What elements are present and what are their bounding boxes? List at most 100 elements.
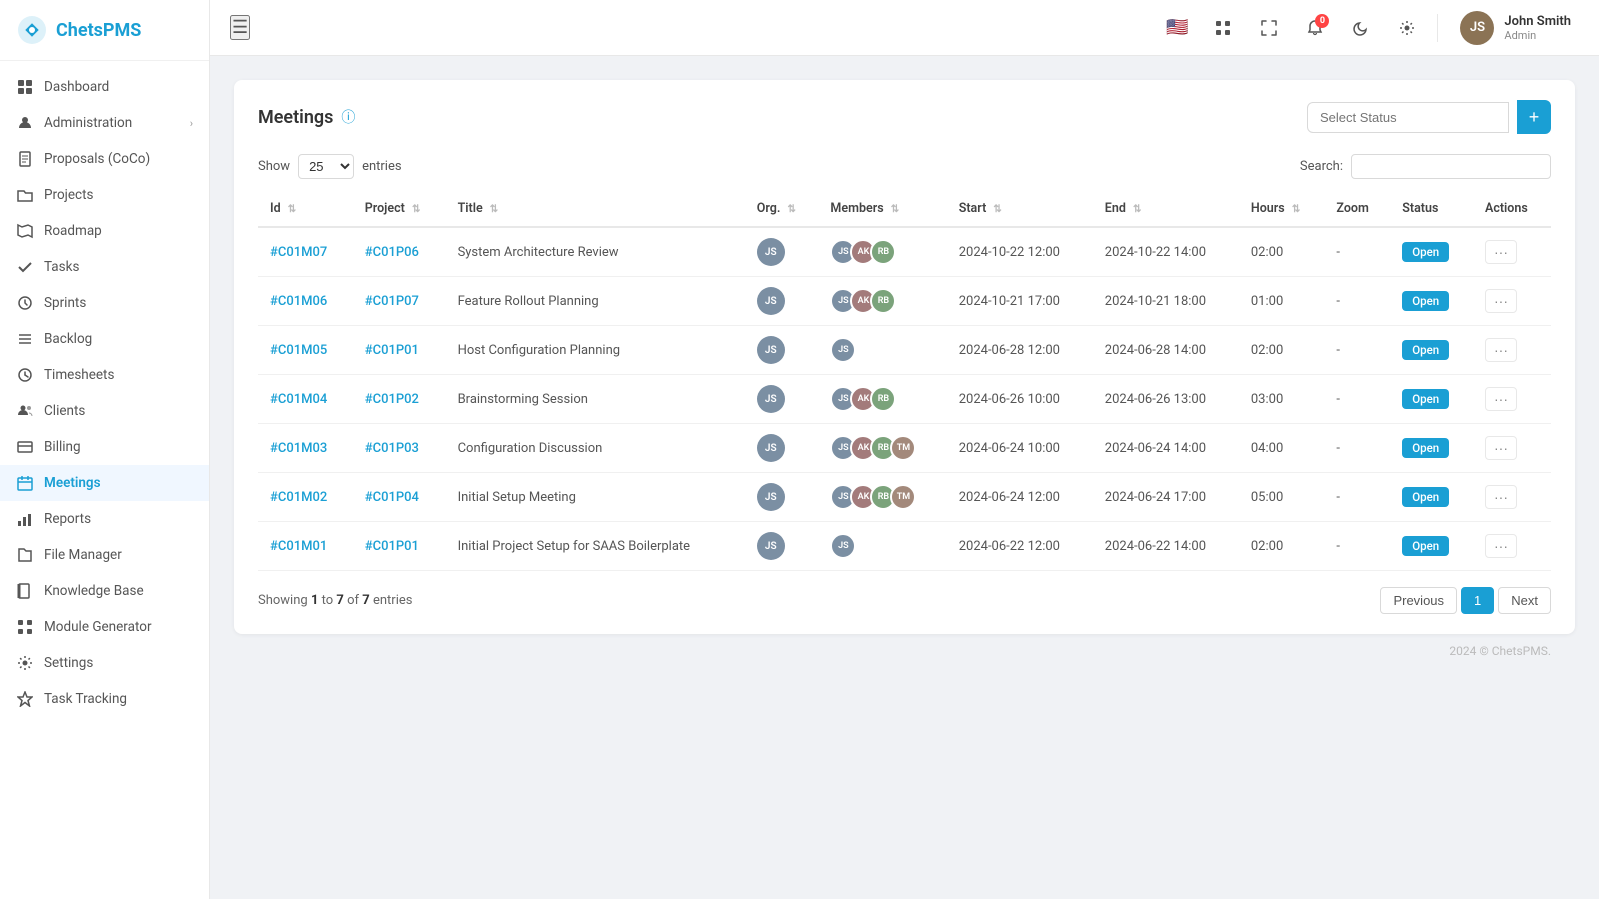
info-icon[interactable]: ⓘ [341,107,355,127]
actions-button[interactable]: ··· [1485,485,1517,509]
sidebar-logo[interactable]: ChetsPMS [0,0,209,61]
hamburger-button[interactable]: ☰ [230,15,250,40]
page-1-button[interactable]: 1 [1461,587,1494,614]
user-menu-button[interactable]: JS John Smith Admin [1452,7,1579,49]
sort-icon: ⇅ [891,204,899,215]
table-header: Id ⇅ Project ⇅ Title ⇅ Org. ⇅ Members ⇅ … [258,191,1551,227]
cell-members: JS [818,522,946,571]
meeting-id-link[interactable]: #C01M04 [270,392,327,407]
project-id-link[interactable]: #C01P01 [365,539,419,554]
actions-button[interactable]: ··· [1485,387,1517,411]
col-end[interactable]: End ⇅ [1093,191,1239,227]
sidebar-item-task-tracking[interactable]: Task Tracking [0,681,209,717]
project-id-link[interactable]: #C01P07 [365,294,419,309]
cell-members: JSAKRB [818,375,946,424]
grid-icon [16,78,34,96]
star-icon [16,690,34,708]
sidebar-item-tasks[interactable]: Tasks [0,249,209,285]
next-button[interactable]: Next [1498,587,1551,614]
sidebar-item-knowledge-base[interactable]: Knowledge Base [0,573,209,609]
col-project[interactable]: Project ⇅ [353,191,446,227]
apps-grid-button[interactable] [1207,12,1239,44]
meeting-id-link[interactable]: #C01M01 [270,539,327,554]
cell-status: Open [1390,424,1473,473]
table-controls: Show 10 25 50 100 entries Search: [258,154,1551,179]
cell-org: JS [745,326,819,375]
col-title[interactable]: Title ⇅ [446,191,745,227]
col-hours[interactable]: Hours ⇅ [1239,191,1325,227]
sidebar-item-proposals[interactable]: Proposals (CoCo) [0,141,209,177]
actions-button[interactable]: ··· [1485,289,1517,313]
table-row: #C01M05 #C01P01 Host Configuration Plann… [258,326,1551,375]
col-id[interactable]: Id ⇅ [258,191,353,227]
status-badge: Open [1402,487,1449,507]
dark-mode-button[interactable] [1345,12,1377,44]
meeting-id-link[interactable]: #C01M03 [270,441,327,456]
meetings-card: Meetings ⓘ + Show 10 25 50 100 [234,80,1575,634]
language-flag-button[interactable]: 🇺🇸 [1161,12,1193,44]
topbar-actions: 🇺🇸 0 [1161,7,1579,49]
cell-actions: ··· [1473,473,1551,522]
sidebar-item-dashboard[interactable]: Dashboard [0,69,209,105]
col-members[interactable]: Members ⇅ [818,191,946,227]
sidebar-item-roadmap[interactable]: Roadmap [0,213,209,249]
sidebar-item-label: Timesheets [44,367,114,383]
cell-end: 2024-10-22 14:00 [1093,227,1239,277]
sidebar-item-clients[interactable]: Clients [0,393,209,429]
actions-button[interactable]: ··· [1485,534,1517,558]
module-icon [16,618,34,636]
sidebar-item-file-manager[interactable]: File Manager [0,537,209,573]
topbar-settings-button[interactable] [1391,12,1423,44]
sidebar-item-settings[interactable]: Settings [0,645,209,681]
cell-actions: ··· [1473,326,1551,375]
sidebar-item-reports[interactable]: Reports [0,501,209,537]
notifications-button[interactable]: 0 [1299,12,1331,44]
sidebar-item-module-generator[interactable]: Module Generator [0,609,209,645]
sidebar-item-label: Settings [44,655,93,671]
cell-org: JS [745,522,819,571]
sidebar-item-administration[interactable]: Administration › [0,105,209,141]
sidebar-item-backlog[interactable]: Backlog [0,321,209,357]
cell-end: 2024-10-21 18:00 [1093,277,1239,326]
add-meeting-button[interactable]: + [1517,100,1551,134]
sidebar-item-projects[interactable]: Projects [0,177,209,213]
sidebar-item-billing[interactable]: Billing [0,429,209,465]
cell-title: Configuration Discussion [446,424,745,473]
actions-button[interactable]: ··· [1485,338,1517,362]
status-badge: Open [1402,291,1449,311]
entries-per-page-select[interactable]: 10 25 50 100 [298,154,354,179]
col-start[interactable]: Start ⇅ [947,191,1093,227]
actions-button[interactable]: ··· [1485,436,1517,460]
cell-org: JS [745,473,819,522]
sidebar-item-label: Task Tracking [44,691,127,707]
meeting-id-link[interactable]: #C01M06 [270,294,327,309]
sidebar-item-meetings[interactable]: Meetings [0,465,209,501]
member-avatar: TM [890,484,916,510]
meeting-id-link[interactable]: #C01M02 [270,490,327,505]
org-avatar: JS [757,238,785,266]
sidebar-item-label: Dashboard [44,79,109,95]
member-avatar: RB [870,288,896,314]
actions-button[interactable]: ··· [1485,240,1517,264]
cell-id: #C01M02 [258,473,353,522]
col-org[interactable]: Org. ⇅ [745,191,819,227]
showing-total: 7 [362,593,369,608]
cell-id: #C01M04 [258,375,353,424]
project-id-link[interactable]: #C01P06 [365,245,419,260]
project-id-link[interactable]: #C01P02 [365,392,419,407]
fullscreen-button[interactable] [1253,12,1285,44]
status-filter-input[interactable] [1307,102,1509,133]
meeting-id-link[interactable]: #C01M07 [270,245,327,260]
project-id-link[interactable]: #C01P04 [365,490,419,505]
sidebar-item-timesheets[interactable]: Timesheets [0,357,209,393]
cell-org: JS [745,375,819,424]
search-input[interactable] [1351,154,1551,179]
org-avatar: JS [757,287,785,315]
project-id-link[interactable]: #C01P01 [365,343,419,358]
sidebar-item-sprints[interactable]: Sprints [0,285,209,321]
previous-button[interactable]: Previous [1380,587,1457,614]
users-icon [16,402,34,420]
project-id-link[interactable]: #C01P03 [365,441,419,456]
meeting-id-link[interactable]: #C01M05 [270,343,327,358]
status-badge: Open [1402,438,1449,458]
